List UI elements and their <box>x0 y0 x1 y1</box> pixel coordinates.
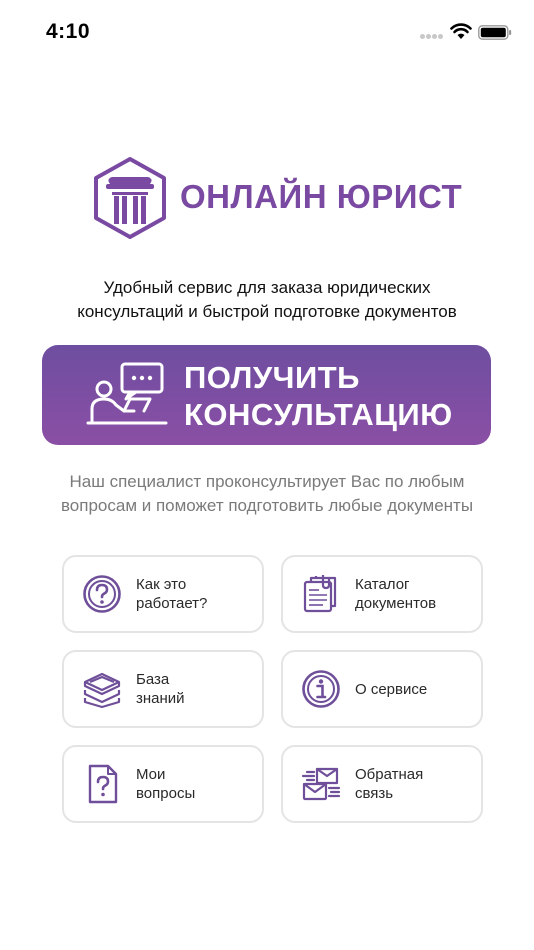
menu-how-it-works[interactable]: Как это работает? <box>62 555 264 633</box>
description-text: Наш специалист проконсультирует Вас по л… <box>20 470 514 518</box>
menu-feedback[interactable]: Обратная связь <box>281 745 483 823</box>
layers-icon <box>83 672 121 709</box>
mail-send-icon <box>301 767 341 801</box>
description-line-2: вопросам и поможет подготовить любые док… <box>60 496 474 515</box>
get-consultation-label: ПОЛУЧИТЬ КОНСУЛЬТАЦИЮ <box>184 359 453 433</box>
question-circle-icon <box>83 575 121 613</box>
app-logo: ОНЛАЙН ЮРИСТ <box>92 156 462 244</box>
menu-about[interactable]: О сервисе <box>281 650 483 728</box>
info-circle-icon <box>302 670 340 708</box>
menu-catalog-label: Каталог документов <box>355 576 437 612</box>
document-catalog-icon <box>303 575 337 613</box>
tagline: Удобный сервис для заказа юридических ко… <box>30 276 504 324</box>
menu-feedback-label: Обратная связь <box>355 766 424 802</box>
menu-knowledge-base[interactable]: База знаний <box>62 650 264 728</box>
description-line-1: Наш специалист проконсультирует Вас по л… <box>69 472 465 491</box>
cellular-signal-icon <box>420 34 446 40</box>
cta-line-1: ПОЛУЧИТЬ <box>184 360 360 395</box>
pillar-emblem-icon <box>94 157 166 239</box>
menu-my-questions-label: Мои вопросы <box>136 766 196 802</box>
question-document-icon <box>88 764 118 804</box>
menu-knowledge-base-label: База знаний <box>136 671 185 707</box>
consultant-chat-icon <box>86 362 168 425</box>
logo-text: ОНЛАЙН ЮРИСТ <box>180 178 463 215</box>
menu-catalog[interactable]: Каталог документов <box>281 555 483 633</box>
tagline-line-1: Удобный сервис для заказа юридических <box>103 278 431 297</box>
status-bar: 4:10 <box>0 0 534 64</box>
menu-my-questions[interactable]: Мои вопросы <box>62 745 264 823</box>
menu-how-it-works-label: Как это работает? <box>136 576 208 612</box>
cta-line-2: КОНСУЛЬТАЦИЮ <box>184 397 453 432</box>
get-consultation-button[interactable]: ПОЛУЧИТЬ КОНСУЛЬТАЦИЮ <box>42 345 491 445</box>
status-time: 4:10 <box>46 20 91 43</box>
menu-about-label: О сервисе <box>355 681 428 698</box>
battery-icon <box>478 25 512 40</box>
tagline-line-2: консультаций и быстрой подготовке докуме… <box>77 302 457 321</box>
wifi-icon <box>450 23 472 39</box>
